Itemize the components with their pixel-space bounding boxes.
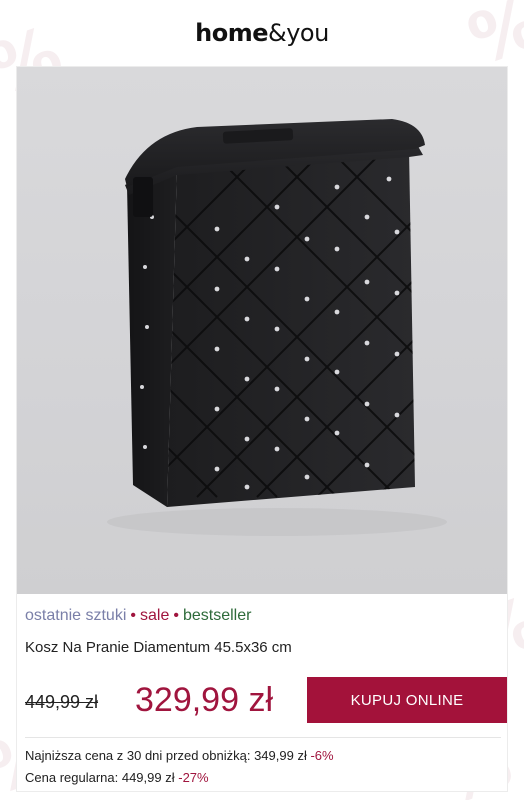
product-image[interactable] xyxy=(17,67,507,594)
logo-bold-text: home xyxy=(195,19,269,47)
tag-last-items: ostatnie sztuki xyxy=(25,607,127,624)
buy-online-button[interactable]: KUPUJ ONLINE xyxy=(307,677,507,723)
lowest-price-info: Najniższa cena z 30 dni przed obniżką: 3… xyxy=(25,748,334,763)
product-title[interactable]: Kosz Na Pranie Diamentum 45.5x36 cm xyxy=(25,639,292,656)
divider xyxy=(25,737,501,738)
tag-bestseller: bestseller xyxy=(182,607,252,624)
regular-price-discount: -27% xyxy=(178,770,209,785)
tag-separator: • xyxy=(173,607,179,624)
laundry-basket-illustration xyxy=(107,119,447,536)
regular-price-label: Cena regularna: 449,99 zł xyxy=(25,770,175,785)
tag-sale: sale xyxy=(140,607,170,624)
tag-separator: • xyxy=(130,607,136,624)
product-tags: ostatnie sztuki • sale • bestseller xyxy=(25,607,251,625)
lowest-price-label: Najniższa cena z 30 dni przed obniżką: 3… xyxy=(25,748,307,763)
logo-light-text: &you xyxy=(268,19,329,47)
lowest-price-discount: -6% xyxy=(310,748,334,763)
new-price: 329,99 zł xyxy=(135,681,273,719)
header: home&you xyxy=(0,0,524,66)
old-price: 449,99 zł xyxy=(25,692,99,712)
regular-price-info: Cena regularna: 449,99 zł -27% xyxy=(25,770,209,785)
product-card: ostatnie sztuki • sale • bestseller Kosz Na … xyxy=(16,66,508,792)
brand-logo[interactable]: home&you xyxy=(195,19,329,47)
